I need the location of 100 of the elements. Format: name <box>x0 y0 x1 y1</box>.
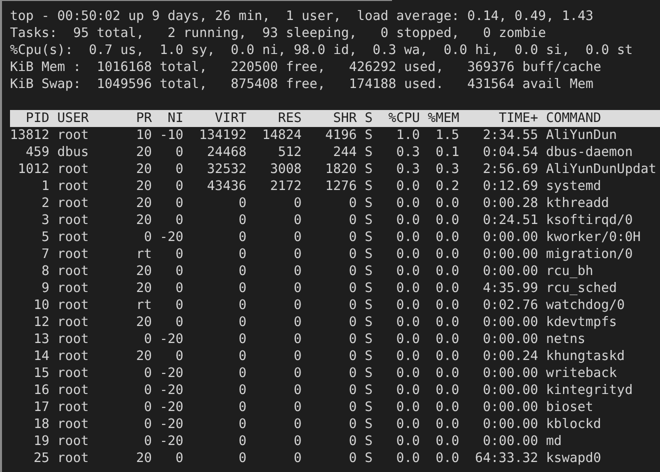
column-header: COMMAND <box>544 110 602 127</box>
table-cell-text: netns <box>544 331 586 348</box>
table-cell: 0 <box>176 314 184 331</box>
summary-line: KiB Mem : 1016168 total, 220500 free, 426292 used, 369376 buff/cache <box>10 59 602 76</box>
table-cell-text: bioset <box>544 399 594 416</box>
table-cell-text: root <box>56 280 89 297</box>
table-cell: 0.0 <box>396 433 420 450</box>
table-cell: 0:24.51 <box>482 212 538 229</box>
table-cell-text: ksoftirqd/0 <box>544 212 633 229</box>
column-header: NI <box>168 110 184 127</box>
table-cell: 0 <box>294 314 302 331</box>
table-cell: 0.0 <box>396 382 420 399</box>
table-cell: 0 <box>348 263 357 280</box>
table-cell: S <box>364 178 373 195</box>
table-cell: 0.0 <box>396 212 420 229</box>
table-cell: 0 <box>238 331 246 348</box>
table-cell: S <box>364 450 373 467</box>
table-cell: 14824 <box>262 127 302 144</box>
table-cell: 0.0 <box>436 450 460 467</box>
table-cell: 0.0 <box>396 263 420 280</box>
table-cell: 0 <box>238 195 246 212</box>
table-cell: 0.0 <box>436 348 460 365</box>
table-cell: 0 <box>348 450 357 467</box>
table-cell: 0 <box>348 212 357 229</box>
table-cell: 20 <box>136 178 152 195</box>
table-cell: 10 <box>136 127 152 144</box>
table-cell-text: dbus-daemon <box>544 144 633 161</box>
table-cell: 0.1 <box>436 144 460 161</box>
table-cell: 0.0 <box>396 348 420 365</box>
table-cell-text: root <box>56 348 89 365</box>
table-cell: 0.0 <box>396 280 420 297</box>
table-cell: -20 <box>160 365 184 382</box>
table-cell-text: root <box>56 161 89 178</box>
table-cell: S <box>364 229 373 246</box>
table-cell: 0:02.76 <box>482 297 538 314</box>
table-cell: 0 <box>144 229 152 246</box>
table-cell: 0 <box>348 246 357 263</box>
table-cell-text: root <box>56 399 89 416</box>
table-cell: 0.0 <box>436 212 460 229</box>
table-cell: 0:00.00 <box>482 331 538 348</box>
table-cell: 0:00.00 <box>482 314 538 331</box>
table-cell: 0 <box>176 348 184 365</box>
column-header: RES <box>278 110 302 127</box>
table-cell: 1.5 <box>436 127 460 144</box>
table-cell: 0.0 <box>436 229 460 246</box>
table-cell: 0 <box>294 263 302 280</box>
table-cell: 0.0 <box>436 433 460 450</box>
table-cell: 0 <box>176 212 184 229</box>
table-cell-text: rcu_bh <box>544 263 594 280</box>
summary-line: top - 00:50:02 up 9 days, 26 min, 1 user, load average: 0.14, 0.49, 1.43 <box>10 8 594 25</box>
table-cell: 0.0 <box>396 314 420 331</box>
table-cell: 134192 <box>199 127 246 144</box>
table-cell: 0 <box>144 399 152 416</box>
table-cell: 0 <box>238 314 246 331</box>
table-cell: 13 <box>34 331 50 348</box>
table-cell: 0:00.00 <box>482 246 538 263</box>
table-cell: 0 <box>294 450 302 467</box>
table-cell: 0 <box>144 365 152 382</box>
table-cell: 0 <box>348 229 357 246</box>
table-cell: S <box>364 127 373 144</box>
table-cell: S <box>364 280 373 297</box>
table-cell: 0.0 <box>436 331 460 348</box>
table-cell: -10 <box>160 127 184 144</box>
table-cell: 0 <box>176 263 184 280</box>
table-cell: 2172 <box>270 178 302 195</box>
table-cell: 8 <box>42 263 50 280</box>
table-cell-text: root <box>56 416 89 433</box>
table-cell: 459 <box>26 144 50 161</box>
table-cell: 0.0 <box>436 263 460 280</box>
table-cell: 0.0 <box>436 314 460 331</box>
table-cell: 0.0 <box>436 246 460 263</box>
column-header: PID <box>26 110 50 127</box>
table-cell: 20 <box>136 280 152 297</box>
table-cell: 1276 <box>325 178 357 195</box>
table-cell: 0 <box>144 416 152 433</box>
table-cell: 0:04.54 <box>482 144 538 161</box>
column-header: S <box>364 110 373 127</box>
table-cell: 0 <box>176 161 184 178</box>
table-cell: 0.0 <box>396 297 420 314</box>
table-cell: 0 <box>348 297 357 314</box>
table-cell: 0.0 <box>396 195 420 212</box>
table-cell: 0.0 <box>396 246 420 263</box>
table-cell: 0 <box>294 229 302 246</box>
column-header: USER <box>56 110 89 127</box>
column-header: SHR <box>333 110 357 127</box>
table-cell-text: kdevtmpfs <box>544 314 617 331</box>
table-cell: 0 <box>294 280 302 297</box>
table-cell-text: md <box>544 433 562 450</box>
table-cell: 0 <box>238 382 246 399</box>
table-cell-text: kworker/0:0H <box>544 229 641 246</box>
table-cell: 0:00.00 <box>482 365 538 382</box>
table-cell: -20 <box>160 382 184 399</box>
table-cell: 0 <box>294 433 302 450</box>
table-cell: 2:34.55 <box>482 127 538 144</box>
table-cell: 0 <box>144 433 152 450</box>
table-cell: 0 <box>238 263 246 280</box>
table-cell: 25 <box>34 450 50 467</box>
table-cell: 0.0 <box>396 178 420 195</box>
table-cell: 1 <box>42 178 50 195</box>
table-cell: 0:00.00 <box>482 382 538 399</box>
